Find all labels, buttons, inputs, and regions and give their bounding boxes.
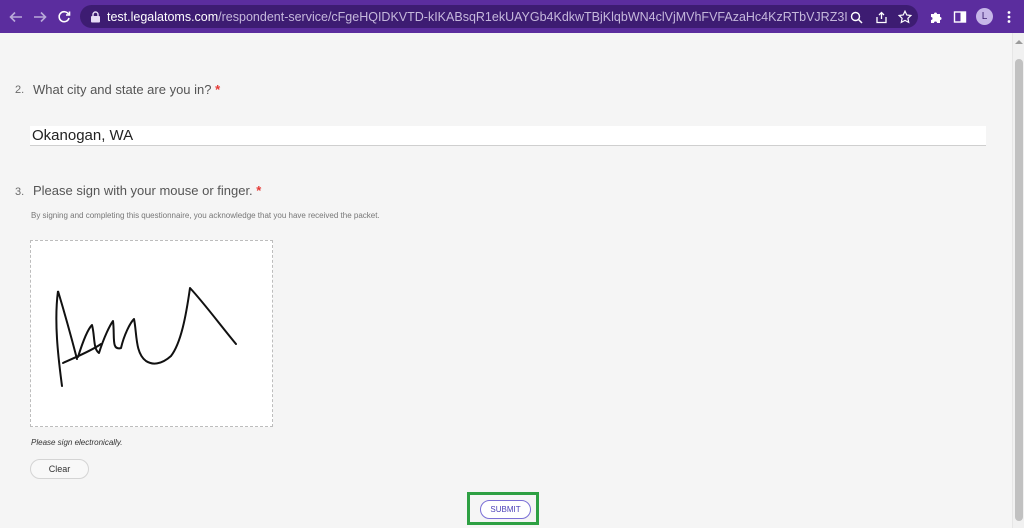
page-scrollbar[interactable]: [1012, 33, 1024, 528]
question-3-text: Please sign with your mouse or finger.: [33, 183, 253, 198]
zoom-icon[interactable]: [847, 8, 865, 26]
url-path: /respondent-service/cFgeHQIDKVTD-kIKABsq…: [218, 10, 847, 24]
signature-helper-text: By signing and completing this questionn…: [31, 211, 380, 220]
bookmark-star-icon[interactable]: [896, 8, 914, 26]
address-bar[interactable]: test.legalatoms.com/respondent-service/c…: [80, 5, 918, 28]
scrollbar-thumb[interactable]: [1015, 59, 1023, 521]
url-text: test.legalatoms.com/respondent-service/c…: [107, 9, 847, 25]
question-2-text: What city and state are you in?: [33, 82, 212, 97]
side-panel-icon[interactable]: [951, 8, 969, 26]
forward-arrow-icon[interactable]: [31, 8, 49, 26]
reload-icon[interactable]: [55, 8, 73, 26]
kebab-menu-icon[interactable]: [1000, 8, 1018, 26]
url-host: test.legalatoms.com: [107, 10, 219, 24]
question-3-number: 3.: [15, 186, 25, 198]
clear-signature-button[interactable]: Clear: [30, 459, 89, 479]
signature-hint: Please sign electronically.: [31, 438, 123, 447]
profile-avatar[interactable]: L: [976, 8, 993, 25]
share-icon[interactable]: [872, 8, 890, 26]
required-asterisk: *: [215, 82, 221, 97]
scroll-up-arrow-icon[interactable]: [1015, 40, 1023, 44]
browser-toolbar: test.legalatoms.com/respondent-service/c…: [0, 0, 1024, 33]
city-state-input[interactable]: [30, 126, 986, 146]
question-2-label: What city and state are you in? *: [33, 82, 220, 97]
back-arrow-icon[interactable]: [7, 8, 25, 26]
extensions-puzzle-icon[interactable]: [927, 8, 945, 26]
required-asterisk: *: [256, 183, 262, 198]
question-2-number: 2.: [15, 84, 25, 96]
signature-drawing: [55, 287, 237, 387]
question-3-label: Please sign with your mouse or finger. *: [33, 183, 261, 198]
signature-pad[interactable]: [30, 240, 273, 427]
submit-button[interactable]: SUBMIT: [480, 500, 531, 519]
lock-icon[interactable]: [86, 8, 104, 26]
